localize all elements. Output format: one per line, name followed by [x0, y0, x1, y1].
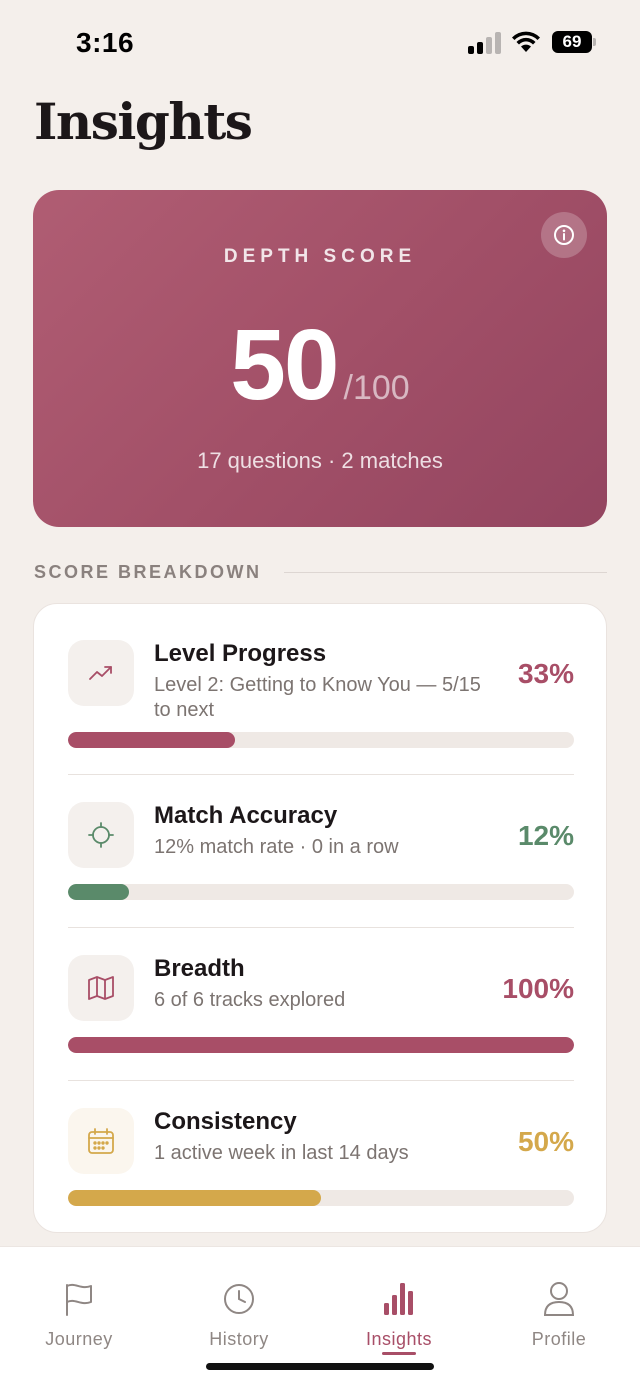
- crosshair-icon: [68, 802, 134, 868]
- progress-bar: [68, 1037, 574, 1053]
- metric-subtitle: 6 of 6 tracks explored: [154, 989, 346, 1011]
- tab-history[interactable]: History: [174, 1247, 304, 1357]
- calendar-icon: [68, 1108, 134, 1174]
- depth-score-card: DEPTH SCORE 50/100 17 questions · 2 matc…: [33, 190, 607, 527]
- active-tab-indicator: [382, 1352, 416, 1355]
- metric-breadth: Breadth 6 of 6 tracks explored 100%: [68, 955, 574, 1055]
- metric-level-progress: Level Progress Level 2: Getting to Know …: [68, 640, 574, 750]
- battery-icon: 69: [552, 31, 596, 53]
- status-bar: 3:16 69: [0, 0, 640, 84]
- bar-chart-icon: [384, 1283, 413, 1315]
- battery-level: 69: [552, 31, 592, 53]
- tab-profile[interactable]: Profile: [494, 1247, 624, 1357]
- progress-fill: [68, 884, 129, 900]
- metric-consistency: Consistency 1 active week in last 14 day…: [68, 1108, 574, 1208]
- section-divider: [284, 572, 607, 573]
- trending-up-icon: [68, 640, 134, 706]
- depth-score-value: 50: [230, 309, 339, 421]
- depth-score-max: /100: [343, 369, 410, 407]
- tab-label: Insights: [365, 1329, 433, 1349]
- cellular-signal-icon: [468, 32, 502, 54]
- wifi-icon: [510, 30, 542, 54]
- divider: [68, 927, 574, 928]
- progress-fill: [68, 732, 235, 748]
- metric-subtitle: 12% match rate · 0 in a row: [154, 836, 399, 858]
- status-time: 3:16: [76, 27, 135, 58]
- progress-bar: [68, 884, 574, 900]
- tab-label: History: [209, 1329, 269, 1349]
- metric-percent: 50%: [517, 1126, 574, 1157]
- metric-title: Match Accuracy: [154, 802, 338, 829]
- home-indicator: [206, 1363, 434, 1370]
- depth-score-summary: 17 questions · 2 matches: [197, 448, 443, 473]
- person-icon: [543, 1282, 575, 1316]
- tab-journey[interactable]: Journey: [14, 1247, 144, 1357]
- metric-match-accuracy: Match Accuracy 12% match rate · 0 in a r…: [68, 802, 574, 902]
- page-title: Insights: [34, 92, 253, 151]
- metric-percent: 12%: [517, 820, 574, 851]
- progress-bar: [68, 732, 574, 748]
- progress-bar: [68, 1190, 574, 1206]
- metric-subtitle: Level 2: Getting to Know You — 5/15 to n…: [154, 674, 481, 721]
- metric-subtitle: 1 active week in last 14 days: [154, 1142, 409, 1164]
- progress-fill: [68, 1037, 574, 1053]
- score-breakdown-header: SCORE BREAKDOWN: [34, 562, 607, 584]
- tab-insights[interactable]: Insights: [334, 1247, 464, 1357]
- depth-score-label: DEPTH SCORE: [223, 246, 417, 267]
- map-icon: [68, 955, 134, 1021]
- section-title: SCORE BREAKDOWN: [34, 562, 262, 582]
- tab-label: Journey: [45, 1329, 113, 1349]
- metric-title: Consistency: [154, 1108, 297, 1135]
- metric-title: Level Progress: [154, 640, 327, 667]
- metric-title: Breadth: [154, 955, 245, 982]
- progress-fill: [68, 1190, 321, 1206]
- metric-percent: 33%: [517, 658, 574, 689]
- metric-percent: 100%: [502, 973, 574, 1004]
- clock-icon: [224, 1284, 254, 1314]
- info-icon: [554, 225, 574, 245]
- score-breakdown-card: Level Progress Level 2: Getting to Know …: [33, 603, 607, 1233]
- score-value-row: 50/100: [33, 308, 607, 423]
- divider: [68, 774, 574, 775]
- flag-icon: [66, 1283, 92, 1316]
- tab-label: Profile: [531, 1329, 587, 1349]
- divider: [68, 1080, 574, 1081]
